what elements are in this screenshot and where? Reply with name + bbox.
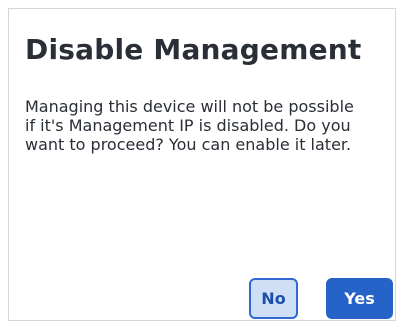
no-button[interactable]: No: [249, 278, 298, 319]
yes-button[interactable]: Yes: [326, 278, 393, 319]
dialog-message: Managing this device will not be possibl…: [25, 97, 354, 154]
disable-management-dialog: Disable Management Managing this device …: [8, 8, 396, 321]
dialog-title: Disable Management: [25, 33, 362, 66]
